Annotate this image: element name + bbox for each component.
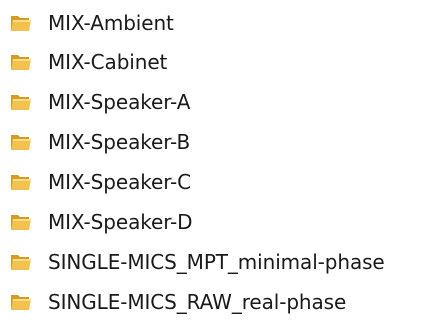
folder-label: MIX-Speaker-C bbox=[48, 170, 192, 194]
folder-item[interactable]: MIX-Ambient bbox=[0, 5, 421, 41]
folder-item[interactable]: SINGLE-MICS_RAW_real-phase bbox=[0, 284, 421, 320]
folder-icon bbox=[10, 212, 32, 232]
folder-item[interactable]: MIX-Speaker-C bbox=[0, 164, 421, 200]
folder-label: SINGLE-MICS_RAW_real-phase bbox=[48, 290, 347, 314]
folder-item[interactable]: MIX-Speaker-D bbox=[0, 204, 421, 240]
folder-icon bbox=[10, 132, 32, 152]
folder-label: MIX-Speaker-A bbox=[48, 90, 191, 114]
folder-label: MIX-Cabinet bbox=[48, 50, 168, 74]
folder-label: MIX-Speaker-D bbox=[48, 210, 193, 234]
folder-item[interactable]: MIX-Speaker-B bbox=[0, 124, 421, 160]
folder-icon bbox=[10, 92, 32, 112]
folder-item[interactable]: SINGLE-MICS_MPT_minimal-phase bbox=[0, 244, 421, 280]
folder-icon bbox=[10, 292, 32, 312]
folder-item[interactable]: MIX-Speaker-A bbox=[0, 84, 421, 120]
folder-icon bbox=[10, 13, 32, 33]
folder-label: SINGLE-MICS_MPT_minimal-phase bbox=[48, 250, 385, 274]
folder-list: MIX-Ambient MIX-Cabinet MIX-Speaker-A MI… bbox=[0, 0, 421, 327]
folder-label: MIX-Speaker-B bbox=[48, 130, 191, 154]
folder-icon bbox=[10, 52, 32, 72]
folder-item[interactable]: MIX-Cabinet bbox=[0, 44, 421, 80]
folder-icon bbox=[10, 172, 32, 192]
folder-label: MIX-Ambient bbox=[48, 11, 174, 35]
folder-icon bbox=[10, 252, 32, 272]
